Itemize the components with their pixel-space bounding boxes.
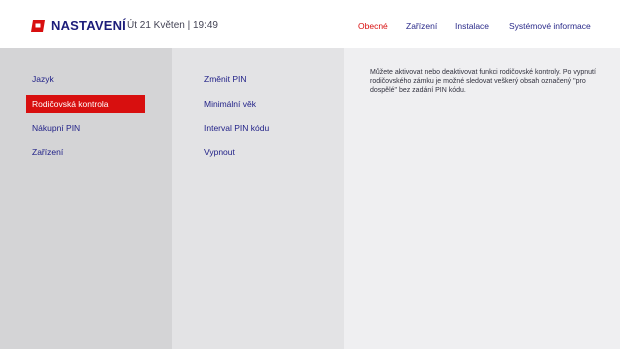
menu-panel: [0, 48, 172, 349]
page-title: NASTAVENÍ: [51, 18, 126, 33]
menu-item-jazyk[interactable]: Jazyk: [26, 70, 152, 88]
brand-logo-icon: [31, 20, 45, 32]
date-time: Út 21 Květen | 19:49: [127, 20, 218, 31]
menu-item-rodicovska-kontrola[interactable]: Rodičovská kontrola: [26, 95, 145, 113]
tab-obecne[interactable]: Obecné: [358, 21, 388, 31]
submenu-item-zmenit-pin[interactable]: Změnit PIN: [204, 70, 247, 88]
menu-item-nakupni-pin[interactable]: Nákupní PIN: [26, 119, 152, 137]
submenu-panel: [172, 48, 344, 349]
submenu-item-interval-pin-kodu[interactable]: Interval PIN kódu: [204, 119, 269, 137]
tab-systemove-informace[interactable]: Systémové informace: [509, 21, 591, 31]
parental-control-description: Můžete aktivovat nebo deaktivovat funkci…: [370, 69, 596, 94]
menu-item-zarizeni[interactable]: Zařízení: [26, 143, 152, 161]
submenu-item-minimalni-vek[interactable]: Minimální věk: [204, 95, 256, 113]
tab-instalace[interactable]: Instalace: [455, 21, 489, 31]
header-bar: NASTAVENÍ Út 21 Květen | 19:49 Obecné Za…: [0, 0, 620, 48]
submenu-item-vypnout[interactable]: Vypnout: [204, 143, 235, 161]
tab-zarizeni[interactable]: Zařízení: [406, 21, 437, 31]
